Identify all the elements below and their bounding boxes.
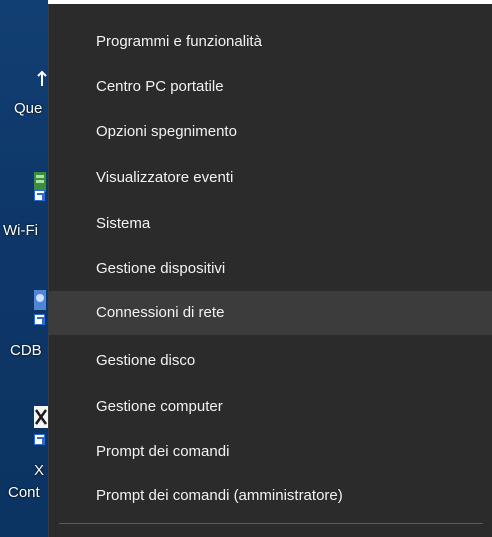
app-shortcut-icon xyxy=(34,290,46,310)
shortcut-arrow-icon xyxy=(34,314,45,325)
menu-item-computer-management[interactable]: Gestione computer xyxy=(49,385,492,429)
desktop-icon-label: X xyxy=(34,462,45,479)
menu-item-command-prompt[interactable]: Prompt dei comandi xyxy=(49,430,492,474)
desktop-icon-cdb[interactable]: CDB xyxy=(0,280,48,370)
shortcut-arrow-icon xyxy=(34,434,45,445)
menu-item-network-connections[interactable]: Connessioni di rete xyxy=(49,291,492,335)
desktop-icon-label: Wi-Fi xyxy=(3,222,38,239)
arrow-up-icon xyxy=(37,70,47,86)
document-x-icon xyxy=(34,406,48,428)
screen: Que Wi-Fi CDB X Cont Programmi e funzion… xyxy=(0,0,492,537)
menu-item-system[interactable]: Sistema xyxy=(49,202,492,246)
shortcut-arrow-icon xyxy=(34,190,45,201)
menu-item-command-prompt-admin[interactable]: Prompt dei comandi (amministratore) xyxy=(49,474,492,518)
desktop-icon-label: Que xyxy=(14,100,43,117)
menu-item-power-options[interactable]: Opzioni spegnimento xyxy=(49,110,492,154)
desktop-icon-label: Cont xyxy=(8,484,40,501)
winx-context-menu: Programmi e funzionalità Centro PC porta… xyxy=(48,4,492,537)
desktop-icon-que[interactable]: Que xyxy=(0,60,48,150)
desktop-icon-wifi[interactable]: Wi-Fi xyxy=(0,160,48,250)
menu-item-event-viewer[interactable]: Visualizzatore eventi xyxy=(49,156,492,200)
menu-item-device-manager[interactable]: Gestione dispositivi xyxy=(49,247,492,291)
menu-separator xyxy=(59,523,483,524)
desktop-icon-label: CDB xyxy=(10,342,42,359)
menu-item-mobility-center[interactable]: Centro PC portatile xyxy=(49,65,492,109)
menu-item-disk-management[interactable]: Gestione disco xyxy=(49,339,492,383)
desktop-icon-x[interactable]: X Cont xyxy=(0,400,48,501)
menu-item-programs-features[interactable]: Programmi e funzionalità xyxy=(49,20,492,64)
desktop-background: Que Wi-Fi CDB X Cont xyxy=(0,0,48,537)
